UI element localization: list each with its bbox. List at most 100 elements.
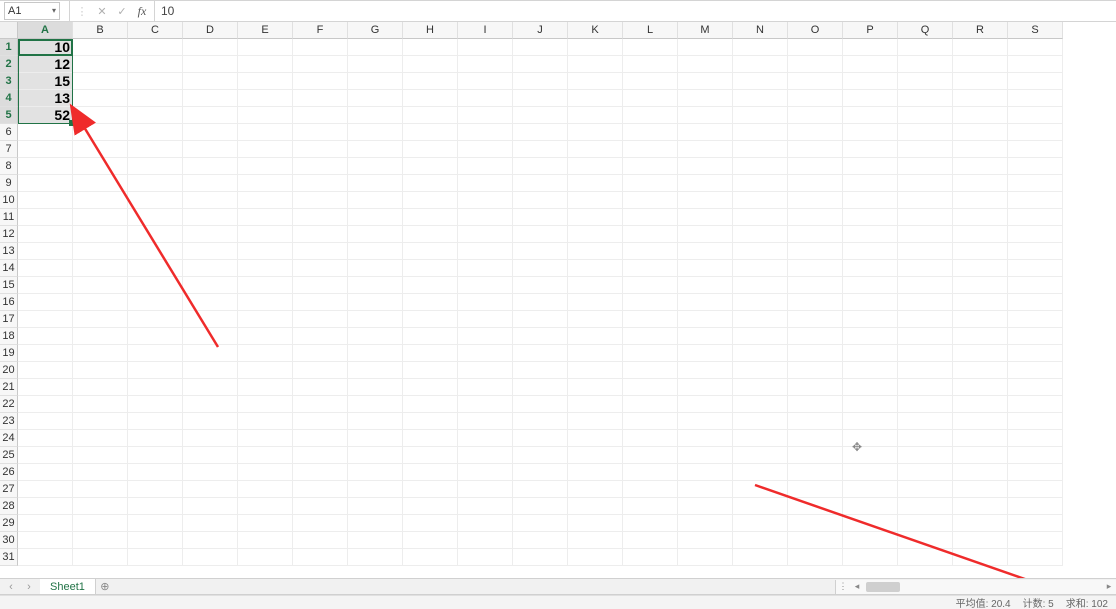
cell-K5[interactable] <box>568 107 623 124</box>
row-header-16[interactable]: 16 <box>0 294 18 311</box>
cell-Q14[interactable] <box>898 260 953 277</box>
cell-C3[interactable] <box>128 73 183 90</box>
cell-J26[interactable] <box>513 464 568 481</box>
cell-C17[interactable] <box>128 311 183 328</box>
cell-K12[interactable] <box>568 226 623 243</box>
cell-I31[interactable] <box>458 549 513 566</box>
cell-G29[interactable] <box>348 515 403 532</box>
cell-J11[interactable] <box>513 209 568 226</box>
cell-G3[interactable] <box>348 73 403 90</box>
cell-S10[interactable] <box>1008 192 1063 209</box>
cell-O20[interactable] <box>788 362 843 379</box>
cell-F22[interactable] <box>293 396 348 413</box>
cell-Q3[interactable] <box>898 73 953 90</box>
cell-R30[interactable] <box>953 532 1008 549</box>
cell-M22[interactable] <box>678 396 733 413</box>
cell-J27[interactable] <box>513 481 568 498</box>
cell-O22[interactable] <box>788 396 843 413</box>
cell-Q1[interactable] <box>898 39 953 56</box>
cell-L21[interactable] <box>623 379 678 396</box>
cell-R23[interactable] <box>953 413 1008 430</box>
cell-D31[interactable] <box>183 549 238 566</box>
cell-J25[interactable] <box>513 447 568 464</box>
cell-A11[interactable] <box>18 209 73 226</box>
cell-J24[interactable] <box>513 430 568 447</box>
cell-Q8[interactable] <box>898 158 953 175</box>
cell-F30[interactable] <box>293 532 348 549</box>
cell-O28[interactable] <box>788 498 843 515</box>
cell-A23[interactable] <box>18 413 73 430</box>
hscroll-thumb[interactable] <box>866 582 900 592</box>
cell-E27[interactable] <box>238 481 293 498</box>
cell-B21[interactable] <box>73 379 128 396</box>
cell-F15[interactable] <box>293 277 348 294</box>
cell-J13[interactable] <box>513 243 568 260</box>
cell-L9[interactable] <box>623 175 678 192</box>
cell-S5[interactable] <box>1008 107 1063 124</box>
cell-K22[interactable] <box>568 396 623 413</box>
cell-J28[interactable] <box>513 498 568 515</box>
cell-H27[interactable] <box>403 481 458 498</box>
cell-D20[interactable] <box>183 362 238 379</box>
cell-J17[interactable] <box>513 311 568 328</box>
cell-L11[interactable] <box>623 209 678 226</box>
cell-P22[interactable] <box>843 396 898 413</box>
cell-M13[interactable] <box>678 243 733 260</box>
cell-L4[interactable] <box>623 90 678 107</box>
cell-A30[interactable] <box>18 532 73 549</box>
cell-M18[interactable] <box>678 328 733 345</box>
cell-E24[interactable] <box>238 430 293 447</box>
cell-J20[interactable] <box>513 362 568 379</box>
cell-C7[interactable] <box>128 141 183 158</box>
cell-R12[interactable] <box>953 226 1008 243</box>
cell-O10[interactable] <box>788 192 843 209</box>
col-header-P[interactable]: P <box>843 22 898 39</box>
cell-A9[interactable] <box>18 175 73 192</box>
cell-D30[interactable] <box>183 532 238 549</box>
cell-I24[interactable] <box>458 430 513 447</box>
cell-L27[interactable] <box>623 481 678 498</box>
cell-H15[interactable] <box>403 277 458 294</box>
cell-Q30[interactable] <box>898 532 953 549</box>
cell-L2[interactable] <box>623 56 678 73</box>
cell-M19[interactable] <box>678 345 733 362</box>
cell-M2[interactable] <box>678 56 733 73</box>
cell-B28[interactable] <box>73 498 128 515</box>
cell-B12[interactable] <box>73 226 128 243</box>
cell-L26[interactable] <box>623 464 678 481</box>
cell-D6[interactable] <box>183 124 238 141</box>
cell-A10[interactable] <box>18 192 73 209</box>
row-header-31[interactable]: 31 <box>0 549 18 566</box>
cell-E21[interactable] <box>238 379 293 396</box>
cell-P7[interactable] <box>843 141 898 158</box>
cell-O12[interactable] <box>788 226 843 243</box>
cell-F10[interactable] <box>293 192 348 209</box>
cell-K24[interactable] <box>568 430 623 447</box>
cell-M23[interactable] <box>678 413 733 430</box>
cell-R8[interactable] <box>953 158 1008 175</box>
cell-K7[interactable] <box>568 141 623 158</box>
cell-H1[interactable] <box>403 39 458 56</box>
cell-G1[interactable] <box>348 39 403 56</box>
cell-H5[interactable] <box>403 107 458 124</box>
cell-H9[interactable] <box>403 175 458 192</box>
cell-B27[interactable] <box>73 481 128 498</box>
cell-D13[interactable] <box>183 243 238 260</box>
cell-R24[interactable] <box>953 430 1008 447</box>
row-header-15[interactable]: 15 <box>0 277 18 294</box>
cell-B18[interactable] <box>73 328 128 345</box>
cell-B20[interactable] <box>73 362 128 379</box>
cell-C14[interactable] <box>128 260 183 277</box>
cell-B23[interactable] <box>73 413 128 430</box>
cell-Q17[interactable] <box>898 311 953 328</box>
cell-R13[interactable] <box>953 243 1008 260</box>
cell-A18[interactable] <box>18 328 73 345</box>
cell-O1[interactable] <box>788 39 843 56</box>
cell-F18[interactable] <box>293 328 348 345</box>
cell-H8[interactable] <box>403 158 458 175</box>
col-header-F[interactable]: F <box>293 22 348 39</box>
cell-S16[interactable] <box>1008 294 1063 311</box>
cell-M14[interactable] <box>678 260 733 277</box>
cell-N20[interactable] <box>733 362 788 379</box>
cell-Q10[interactable] <box>898 192 953 209</box>
